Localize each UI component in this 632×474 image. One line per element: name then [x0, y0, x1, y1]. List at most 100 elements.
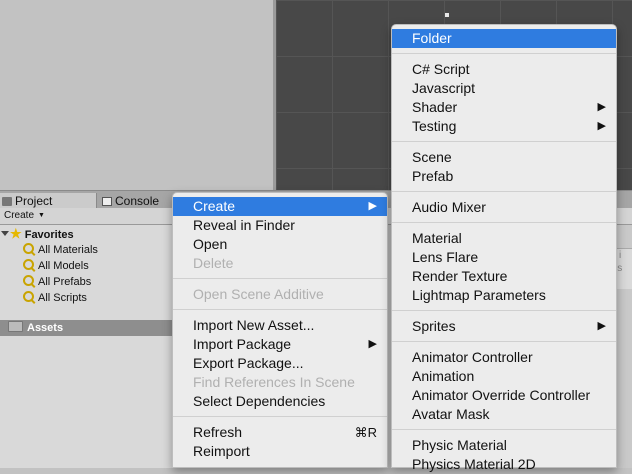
menu-item-audio-mixer[interactable]: Audio Mixer	[392, 198, 616, 217]
menu-item-label: Open Scene Additive	[193, 286, 324, 302]
menu-item-label: Create	[193, 198, 236, 214]
tab-project-label: Project	[15, 194, 53, 208]
menu-item-label: Refresh	[193, 424, 243, 440]
menu-separator	[392, 429, 616, 430]
search-icon	[23, 291, 34, 302]
favorites-label: Favorites	[24, 229, 74, 241]
menu-separator	[392, 191, 616, 192]
tab-console[interactable]: Console	[100, 193, 172, 209]
tree-item-assets[interactable]: Assets	[0, 320, 174, 336]
menu-item-label: Render Texture	[412, 268, 508, 284]
create-submenu: Folder C# Script Javascript Shader ▶ Test…	[391, 24, 617, 472]
console-icon	[102, 197, 112, 206]
menu-item-label: Sprites	[412, 318, 456, 334]
menu-shortcut: ⌘R	[354, 425, 377, 440]
submenu-arrow-icon: ▶	[368, 338, 377, 350]
menu-item-open[interactable]: Open	[173, 235, 387, 254]
menu-item-label: Delete	[193, 255, 234, 271]
menu-item-label: Export Package...	[193, 355, 304, 371]
menu-item-scene[interactable]: Scene	[392, 148, 616, 167]
create-dropdown-label: Create	[4, 210, 35, 221]
menu-item-create[interactable]: Create ▶	[173, 197, 387, 216]
menu-separator	[392, 141, 616, 142]
tree-item-all-models[interactable]: All Models	[23, 258, 89, 274]
menu-separator	[173, 416, 387, 417]
menu-item-label: Reveal in Finder	[193, 217, 295, 233]
tree-item-favorites[interactable]: ★ Favorites	[1, 226, 74, 243]
menu-item-folder[interactable]: Folder	[392, 29, 616, 48]
menu-item-label: Avatar Mask	[412, 406, 490, 422]
submenu-arrow-icon: ▶	[597, 320, 606, 332]
tab-project[interactable]: Project	[0, 193, 97, 209]
menu-item-animator-controller[interactable]: Animator Controller	[392, 348, 616, 367]
create-dropdown[interactable]: Create ▼	[1, 209, 45, 222]
menu-item-import-new-asset[interactable]: Import New Asset...	[173, 316, 387, 335]
menu-item-delete: Delete	[173, 254, 387, 273]
menu-item-label: Select Dependencies	[193, 393, 326, 409]
menu-item-render-texture[interactable]: Render Texture	[392, 267, 616, 286]
menu-item-label: Animator Controller	[412, 349, 533, 365]
menu-separator	[173, 278, 387, 279]
tree-item-label: All Models	[38, 260, 89, 272]
menu-separator	[392, 222, 616, 223]
menu-item-import-package[interactable]: Import Package ▶	[173, 335, 387, 354]
menu-item-label: Import New Asset...	[193, 317, 315, 333]
menu-item-open-scene-additive: Open Scene Additive	[173, 285, 387, 304]
menu-item-label: Audio Mixer	[412, 199, 486, 215]
menu-item-label: Animator Override Controller	[412, 387, 591, 403]
project-icon	[2, 197, 12, 206]
menu-item-export-package[interactable]: Export Package...	[173, 354, 387, 373]
menu-item-label: Import Package	[193, 336, 292, 352]
search-icon	[23, 243, 34, 254]
menu-item-prefab[interactable]: Prefab	[392, 167, 616, 186]
menu-item-reimport[interactable]: Reimport	[173, 442, 387, 461]
dropdown-caret-icon: ▼	[38, 212, 45, 219]
menu-item-csharp-script[interactable]: C# Script	[392, 60, 616, 79]
pane-divider[interactable]	[273, 0, 276, 190]
menu-item-label: Physics Material 2D	[412, 456, 536, 472]
menu-item-lens-flare[interactable]: Lens Flare	[392, 248, 616, 267]
menu-item-label: C# Script	[412, 61, 470, 77]
submenu-arrow-icon: ▶	[597, 101, 606, 113]
tree-item-label: All Scripts	[38, 292, 87, 304]
submenu-arrow-icon: ▶	[368, 200, 377, 212]
tree-item-all-prefabs[interactable]: All Prefabs	[23, 274, 91, 290]
tree-item-label: All Materials	[38, 244, 98, 256]
tree-item-label: All Prefabs	[38, 276, 92, 288]
menu-item-shader[interactable]: Shader ▶	[392, 98, 616, 117]
expand-triangle-icon[interactable]	[1, 231, 9, 236]
menu-separator	[392, 341, 616, 342]
menu-item-label: Lens Flare	[412, 249, 479, 265]
menu-item-material[interactable]: Material	[392, 229, 616, 248]
menu-item-label: Material	[412, 230, 462, 246]
menu-item-label: Prefab	[412, 168, 454, 184]
menu-item-lightmap-parameters[interactable]: Lightmap Parameters	[392, 286, 616, 305]
folder-icon	[8, 321, 23, 332]
menu-item-avatar-mask[interactable]: Avatar Mask	[392, 405, 616, 424]
menu-item-label: Lightmap Parameters	[412, 287, 546, 303]
tree-item-all-scripts[interactable]: All Scripts	[23, 290, 87, 306]
menu-item-animator-override-controller[interactable]: Animator Override Controller	[392, 386, 616, 405]
menu-separator	[392, 53, 616, 54]
menu-item-animation[interactable]: Animation	[392, 367, 616, 386]
menu-item-reveal-in-finder[interactable]: Reveal in Finder	[173, 216, 387, 235]
menu-item-refresh[interactable]: Refresh ⌘R	[173, 423, 387, 442]
menu-item-label: Javascript	[412, 80, 476, 96]
menu-item-label: Testing	[412, 118, 457, 134]
tree-item-all-materials[interactable]: All Materials	[23, 242, 98, 258]
assets-label: Assets	[27, 322, 64, 334]
menu-item-label: Find References In Scene	[193, 374, 355, 390]
search-icon	[23, 275, 34, 286]
menu-item-sprites[interactable]: Sprites ▶	[392, 317, 616, 336]
submenu-arrow-icon: ▶	[597, 120, 606, 132]
star-icon: ★	[10, 226, 22, 241]
menu-item-label: Physic Material	[412, 437, 507, 453]
menu-item-javascript[interactable]: Javascript	[392, 79, 616, 98]
search-icon	[23, 259, 34, 270]
menu-item-physics-material-2d[interactable]: Physics Material 2D	[392, 455, 616, 474]
menu-item-select-dependencies[interactable]: Select Dependencies	[173, 392, 387, 411]
scene-gizmo-handle[interactable]	[445, 13, 449, 17]
menu-item-physic-material[interactable]: Physic Material	[392, 436, 616, 455]
menu-item-testing[interactable]: Testing ▶	[392, 117, 616, 136]
menu-item-label: Scene	[412, 149, 452, 165]
